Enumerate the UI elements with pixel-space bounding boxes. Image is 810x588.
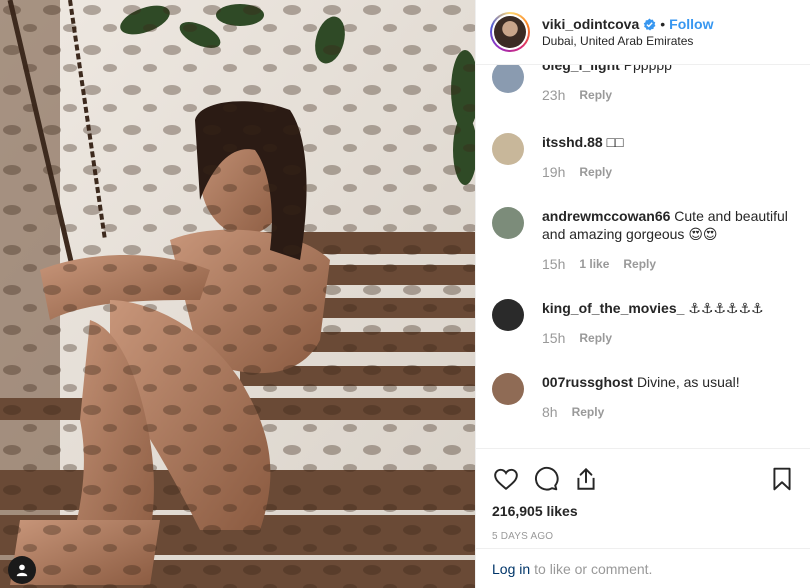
header-separator: • xyxy=(660,16,666,32)
instagram-post: viki_odintcova • Follow Dubai, United Ar… xyxy=(0,0,810,588)
login-prompt: Log in to like or comment. xyxy=(476,548,810,588)
post-header: viki_odintcova • Follow Dubai, United Ar… xyxy=(476,0,810,65)
comment-likes[interactable]: 1 like xyxy=(579,255,609,273)
reply-button[interactable]: Reply xyxy=(579,329,612,347)
comment-button[interactable] xyxy=(532,465,560,493)
share-button[interactable] xyxy=(572,465,600,493)
comment-avatar[interactable] xyxy=(492,65,524,93)
author-avatar[interactable] xyxy=(490,12,530,52)
comment-text: □□ xyxy=(606,134,624,150)
comment-item: andrewmccowan66 Cute and beautiful and a… xyxy=(492,207,794,273)
comment-item: oleg_i_light Pppppp 23h Reply xyxy=(492,65,794,104)
verified-badge-icon xyxy=(644,18,656,31)
comment-username[interactable]: 007russghost xyxy=(542,374,633,390)
comment-bubble-icon xyxy=(535,466,559,491)
post-actions: 216,905 likes 5 DAYS AGO Log in to like … xyxy=(476,448,810,588)
comment-time[interactable]: 15h xyxy=(542,329,565,347)
post-location[interactable]: Dubai, United Arab Emirates xyxy=(542,34,714,48)
bookmark-icon xyxy=(773,467,791,491)
post-date[interactable]: 5 DAYS AGO xyxy=(492,531,794,542)
comment-text: Pppppp xyxy=(623,65,672,73)
photo-scene xyxy=(0,0,475,588)
comment-time[interactable]: 15h xyxy=(542,255,565,273)
comment-avatar[interactable] xyxy=(492,207,524,239)
comment-item: itsshd.88 □□ 19h Reply xyxy=(492,133,794,181)
reply-button[interactable]: Reply xyxy=(572,403,605,421)
author-username[interactable]: viki_odintcova xyxy=(542,16,639,32)
comment-username[interactable]: king_of_the_movies_ xyxy=(542,300,684,316)
share-icon xyxy=(577,467,595,490)
comment-username[interactable]: itsshd.88 xyxy=(542,134,603,150)
comment-time[interactable]: 23h xyxy=(542,86,565,104)
comment-time[interactable]: 8h xyxy=(542,403,558,421)
comment-avatar[interactable] xyxy=(492,373,524,405)
login-link[interactable]: Log in xyxy=(492,561,530,577)
comment-text: Divine, as usual! xyxy=(636,374,740,390)
comments-list[interactable]: oleg_i_light Pppppp 23h Reply itsshd.88 □… xyxy=(476,65,810,448)
follow-button[interactable]: Follow xyxy=(669,16,713,32)
reply-button[interactable]: Reply xyxy=(579,86,612,104)
post-photo[interactable] xyxy=(0,0,475,588)
heart-icon xyxy=(494,468,518,491)
comment-item: king_of_the_movies_ ⚓⚓⚓⚓⚓⚓ 15h Reply xyxy=(492,299,794,347)
reply-button[interactable]: Reply xyxy=(579,163,612,181)
comment-avatar[interactable] xyxy=(492,299,524,331)
comment-item: 007russghost Divine, as usual! 8h Reply xyxy=(492,373,794,421)
comment-time[interactable]: 19h xyxy=(542,163,565,181)
comment-text: ⚓⚓⚓⚓⚓⚓ xyxy=(688,300,764,316)
comment-username[interactable]: oleg_i_light xyxy=(542,65,620,73)
save-button[interactable] xyxy=(768,465,796,493)
tagged-users-icon[interactable] xyxy=(8,556,36,584)
login-prompt-text: to like or comment. xyxy=(534,560,653,577)
comment-avatar[interactable] xyxy=(492,133,524,165)
comment-username[interactable]: andrewmccowan66 xyxy=(542,208,670,224)
likes-count[interactable]: 216,905 likes xyxy=(492,503,794,519)
like-button[interactable] xyxy=(492,465,520,493)
post-panel: viki_odintcova • Follow Dubai, United Ar… xyxy=(475,0,810,588)
reply-button[interactable]: Reply xyxy=(623,255,656,273)
